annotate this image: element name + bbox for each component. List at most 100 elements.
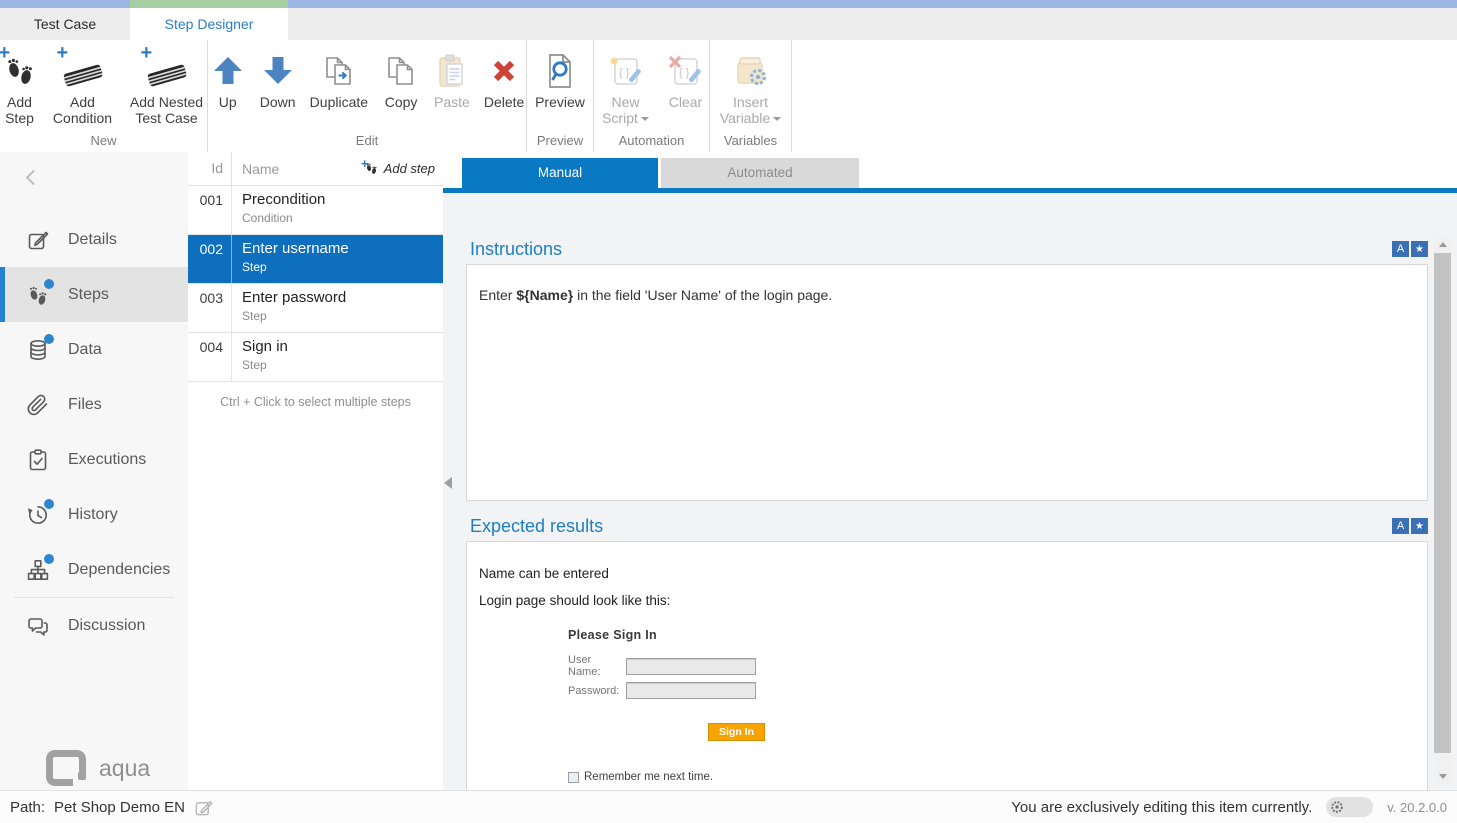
ribbon-group-edit: Up Down Duplicate Copy	[208, 40, 527, 152]
step-name: Enter password	[242, 289, 346, 306]
ribbon-group-preview-label: Preview	[527, 133, 593, 152]
instructions-format-buttons: A ★	[1392, 241, 1428, 257]
step-list: Id Name + Add step 001 Precondition Condi…	[188, 152, 443, 790]
ribbon-group-new: + Add Step + Add Condition + Add Nested …	[0, 40, 208, 152]
step-row-003[interactable]: 003 Enter password Step	[188, 284, 443, 333]
username-field	[626, 658, 756, 675]
sidebar-item-label: Executions	[68, 451, 146, 469]
edit-path-icon[interactable]	[194, 798, 213, 817]
dropdown-caret-icon	[773, 117, 781, 121]
details-icon	[26, 228, 50, 252]
scroll-up-arrow[interactable]	[1434, 237, 1451, 252]
font-button[interactable]: A	[1392, 241, 1409, 257]
duplicate-icon	[320, 48, 358, 94]
step-name: Sign in	[242, 338, 288, 355]
username-label: User Name:	[568, 654, 626, 678]
history-icon	[26, 503, 50, 527]
settings-toggle[interactable]	[1326, 797, 1373, 817]
instructions-editor[interactable]: Enter ${Name} in the field 'User Name' o…	[466, 264, 1428, 501]
plus-icon: +	[57, 43, 69, 63]
expected-results-editor[interactable]: Name can be entered Login page should lo…	[466, 541, 1428, 791]
paste-icon	[435, 48, 469, 94]
sidebar-item-data[interactable]: Data	[0, 322, 188, 377]
tab-manual[interactable]: Manual	[462, 158, 658, 188]
add-step-button[interactable]: + Add Step	[1, 48, 39, 126]
new-script-icon: { }	[606, 48, 646, 94]
remember-me-label: Remember me next time.	[584, 771, 713, 783]
step-editor-panel: Manual Automated Instructions A ★ Enter …	[443, 152, 1457, 790]
plus-icon: +	[0, 43, 10, 63]
instructions-heading: Instructions	[470, 239, 562, 260]
window-tab-bar: Test Case Step Designer	[0, 8, 1457, 40]
sidebar: Details Steps Data Fil	[0, 152, 188, 790]
sidebar-item-history[interactable]: History	[0, 487, 188, 542]
sidebar-item-dependencies[interactable]: Dependencies	[0, 542, 188, 597]
sidebar-item-discussion[interactable]: Discussion	[0, 598, 188, 653]
preview-button[interactable]: Preview	[535, 48, 585, 110]
step-id: 003	[188, 284, 232, 332]
add-step-inline-label: Add step	[384, 161, 435, 176]
discussion-icon	[26, 614, 50, 638]
tab-automated[interactable]: Automated	[661, 158, 859, 188]
step-type: Condition	[242, 211, 325, 225]
tab-step-designer[interactable]: Step Designer	[130, 8, 288, 40]
collapse-step-list-icon[interactable]	[444, 477, 452, 489]
add-condition-button[interactable]: + Add Condition	[49, 48, 117, 126]
password-label: Password:	[568, 685, 626, 697]
insert-variable-button[interactable]: Insert Variable	[719, 48, 783, 126]
path-label: Path:	[10, 799, 45, 816]
insert-special-button[interactable]: ★	[1411, 241, 1428, 257]
preview-icon	[543, 48, 577, 94]
window-top-strip	[0, 0, 1457, 8]
expected-format-buttons: A ★	[1392, 518, 1428, 534]
scroll-down-arrow[interactable]	[1434, 769, 1451, 784]
copy-button[interactable]: Copy	[382, 48, 420, 110]
up-arrow-icon	[210, 48, 246, 94]
delete-button[interactable]: Delete	[484, 48, 524, 110]
expected-line-1: Name can be entered	[479, 566, 1413, 581]
add-step-inline-button[interactable]: + Add step	[364, 161, 443, 177]
sidebar-item-steps[interactable]: Steps	[0, 267, 188, 322]
ribbon-group-new-label: New	[0, 133, 207, 152]
up-button[interactable]: Up	[210, 48, 246, 110]
aqua-logo-text: aqua	[99, 755, 150, 782]
svg-text:{ }: { }	[619, 67, 630, 79]
step-id: 001	[188, 186, 232, 234]
gear-icon	[1329, 799, 1345, 815]
down-button[interactable]: Down	[260, 48, 296, 110]
instructions-text: Enter ${Name} in the field 'User Name' o…	[479, 287, 832, 303]
step-row-001[interactable]: 001 Precondition Condition	[188, 186, 443, 235]
sidebar-item-details[interactable]: Details	[0, 212, 188, 267]
step-type: Step	[242, 309, 346, 323]
paste-button[interactable]: Paste	[434, 48, 470, 110]
insert-special-button[interactable]: ★	[1411, 518, 1428, 534]
ribbon: + Add Step + Add Condition + Add Nested …	[0, 40, 1457, 152]
ribbon-group-preview: Preview Preview	[527, 40, 594, 152]
app-window: Test Case Step Designer + Add Step + Add…	[0, 0, 1457, 823]
sidebar-item-label: History	[68, 506, 118, 524]
sidebar-collapse-button[interactable]	[26, 172, 38, 184]
sidebar-item-files[interactable]: Files	[0, 377, 188, 432]
font-button[interactable]: A	[1392, 518, 1409, 534]
sidebar-item-label: Details	[68, 231, 117, 249]
login-page-screenshot: Please Sign In User Name: Password: Sign…	[568, 628, 898, 791]
duplicate-button[interactable]: Duplicate	[310, 48, 368, 110]
add-step-icon: +	[3, 48, 37, 94]
history-badge	[44, 499, 54, 509]
sidebar-item-executions[interactable]: Executions	[0, 432, 188, 487]
clear-script-button[interactable]: { } Clear	[666, 48, 706, 110]
delete-icon	[488, 48, 520, 94]
copy-label: Copy	[385, 94, 418, 110]
tab-test-case[interactable]: Test Case	[0, 8, 130, 40]
step-name: Precondition	[242, 191, 325, 208]
new-script-button[interactable]: { } New Script	[598, 48, 654, 126]
step-list-header: Id Name + Add step	[188, 152, 443, 186]
preview-label: Preview	[535, 94, 585, 110]
add-nested-test-case-button[interactable]: + Add Nested Test Case	[127, 48, 207, 126]
step-row-002-selected[interactable]: 002 Enter usernameStep	[188, 235, 443, 284]
step-row-004[interactable]: 004 Sign inStep	[188, 333, 443, 382]
vertical-scrollbar[interactable]	[1434, 237, 1451, 784]
path-value: Pet Shop Demo EN	[54, 799, 185, 816]
delete-label: Delete	[484, 94, 524, 110]
scrollbar-thumb[interactable]	[1434, 253, 1451, 753]
